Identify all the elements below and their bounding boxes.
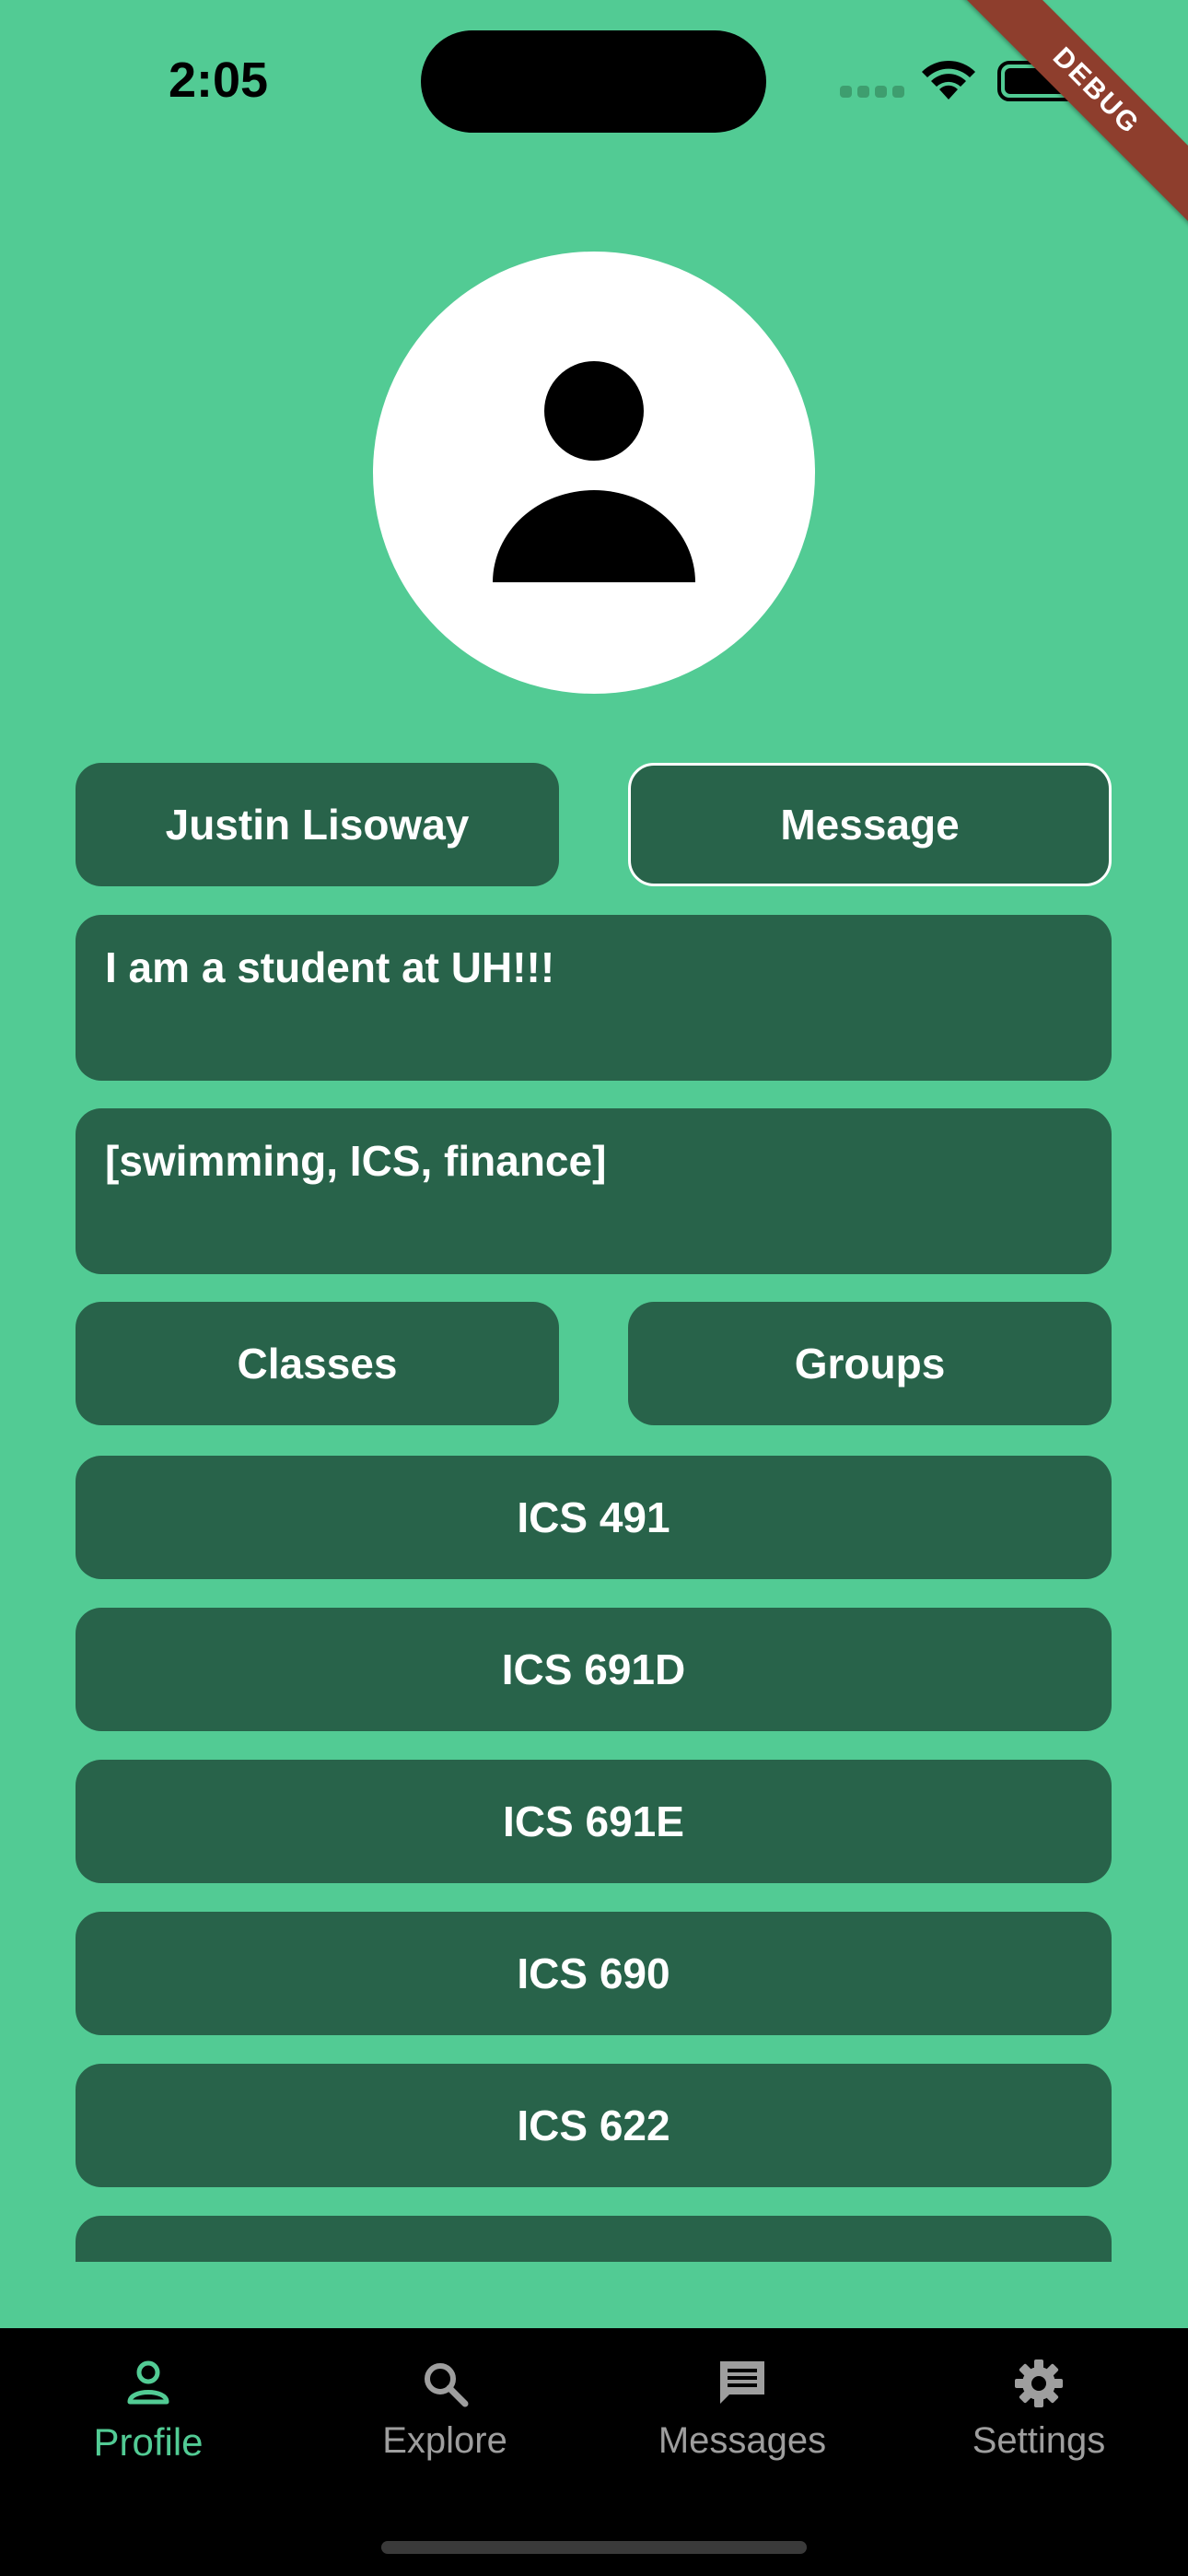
nav-label: Profile (93, 2420, 204, 2464)
dynamic-island (421, 30, 766, 133)
status-time: 2:05 (169, 53, 269, 108)
wifi-icon (922, 60, 975, 100)
class-item[interactable]: ICS 690 (76, 1912, 1112, 2035)
nav-item-settings[interactable]: Settings (891, 2328, 1187, 2494)
bio-field[interactable]: I am a student at UH!!! (76, 915, 1112, 1081)
chat-icon (720, 2361, 764, 2404)
class-item[interactable]: ICS 691D (76, 1608, 1112, 1731)
nav-item-profile[interactable]: Profile (0, 2328, 297, 2494)
classes-button[interactable]: Classes (76, 1302, 559, 1425)
profile-name-button[interactable]: Justin Lisoway (76, 763, 559, 886)
class-item[interactable]: ICS 691E (76, 1760, 1112, 1883)
cellular-signal-icon (840, 86, 904, 99)
nav-item-messages[interactable]: Messages (594, 2328, 891, 2494)
gear-icon (1015, 2359, 1063, 2407)
nav-label: Explore (382, 2420, 507, 2461)
message-button[interactable]: Message (628, 763, 1112, 886)
class-item[interactable]: ICS 613 (76, 2216, 1112, 2262)
groups-button[interactable]: Groups (628, 1302, 1112, 1425)
nav-item-explore[interactable]: Explore (297, 2328, 593, 2494)
search-icon (425, 2363, 469, 2407)
home-indicator (381, 2541, 807, 2554)
avatar (373, 252, 815, 694)
class-item[interactable]: ICS 491 (76, 1456, 1112, 1579)
debug-banner: DEBUG (960, 0, 1188, 228)
nav-label: Settings (972, 2420, 1106, 2461)
classes-list[interactable]: ICS 491 ICS 691D ICS 691E ICS 690 ICS 62… (0, 1456, 1188, 2262)
nav-label: Messages (658, 2420, 827, 2461)
person-icon (493, 361, 695, 582)
bottom-navigation: Profile Explore Messages Settings (0, 2328, 1188, 2576)
class-item[interactable]: ICS 622 (76, 2064, 1112, 2187)
person-icon (127, 2360, 169, 2405)
interests-field[interactable]: [swimming, ICS, finance] (76, 1108, 1112, 1274)
